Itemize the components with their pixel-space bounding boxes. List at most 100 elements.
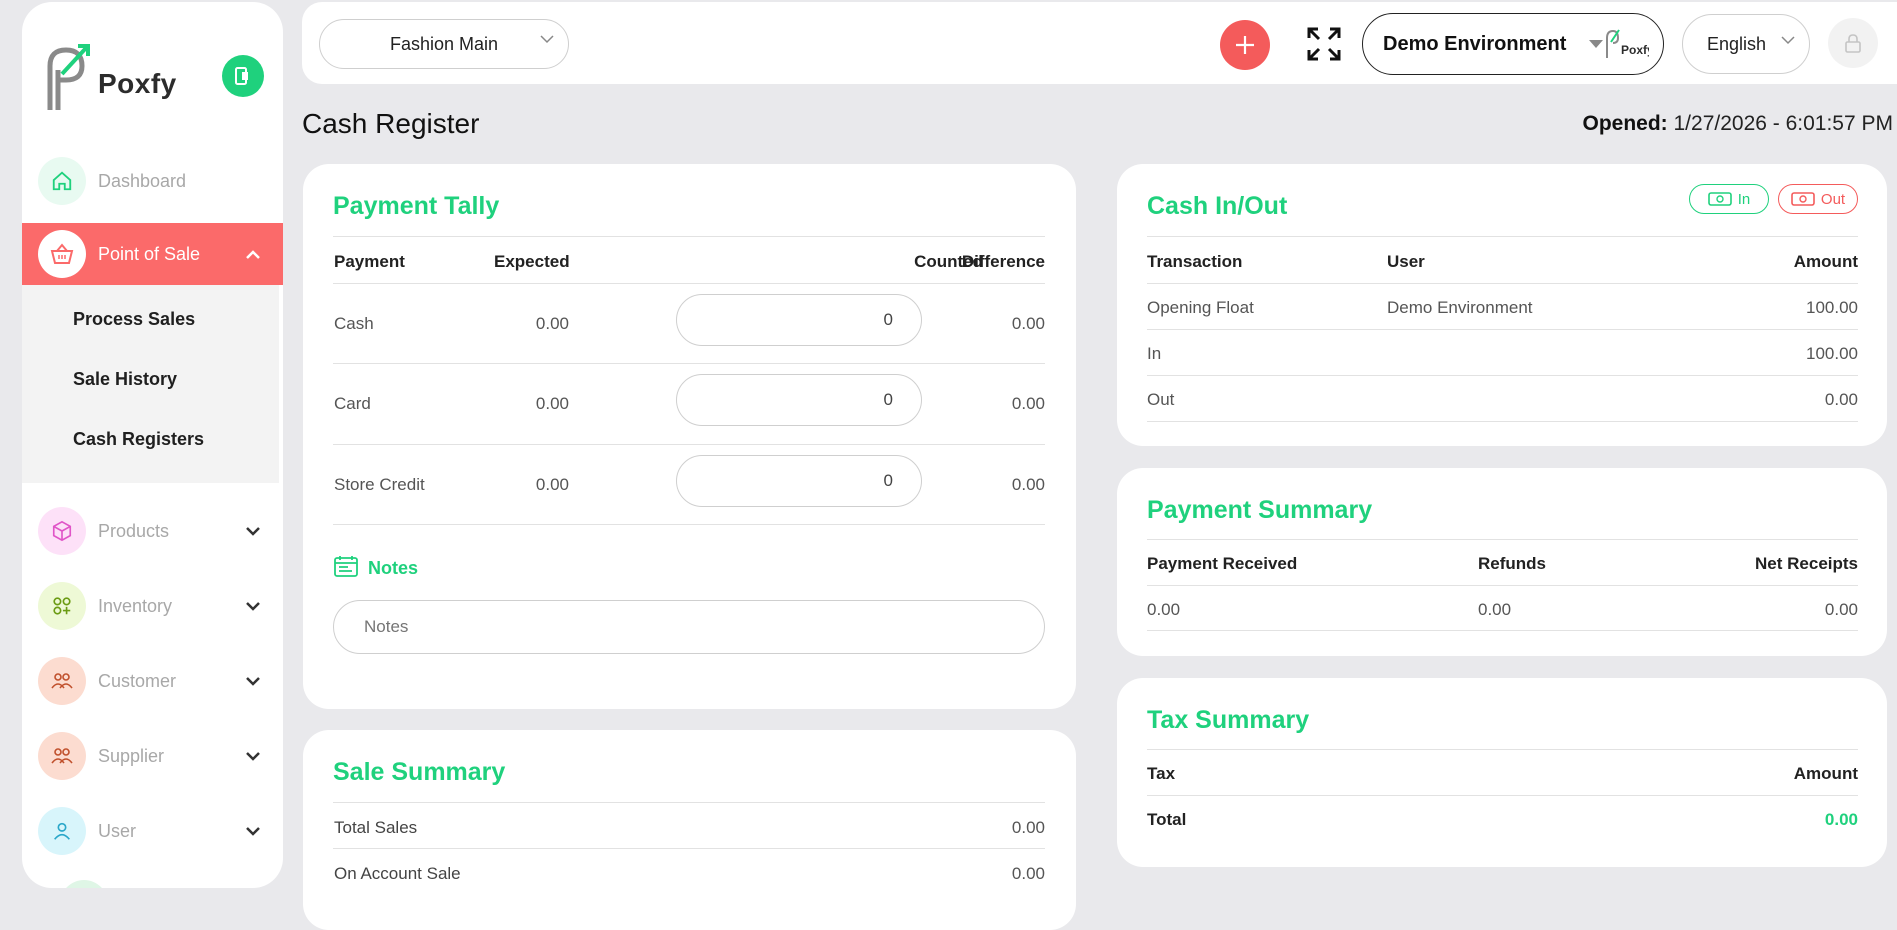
chevron-down-icon [540,35,554,44]
cash-inout-card: Cash In/Out In Out Transaction User Amou… [1117,164,1887,446]
counted-input[interactable]: 0 [676,455,922,507]
store-select-value: Fashion Main [389,33,499,54]
divider [1147,539,1858,540]
divider [333,444,1045,445]
notes-icon [334,556,358,577]
tax-total-label: Total [1147,810,1187,829]
lock-button[interactable] [1828,18,1878,68]
brand-name: Poxfy [98,68,177,99]
environment-select[interactable]: Demo Environment Poxfy [1362,13,1664,75]
net-receipts-value: 0.00 [1824,600,1858,619]
sidebar-item-label: Inventory [98,595,173,616]
expand-icon [1307,27,1341,61]
payment-summary-title: Payment Summary [1147,496,1373,524]
home-icon [38,157,86,205]
sidebar-item-user[interactable]: User [22,800,283,862]
sidebar-item-products[interactable]: Products [22,500,283,562]
environment-logo-icon: Poxfy [1606,29,1649,58]
divider [1147,329,1858,330]
opened-timestamp: Opened: 1/27/2026 - 6:01:57 PM [1582,112,1893,136]
sale-summary-card: Sale Summary Total Sales 0.00 On Account… [303,730,1076,930]
counted-input[interactable]: 0 [676,294,922,346]
cash-in-label: In [1737,190,1751,208]
chevron-down-icon [241,519,265,543]
tally-difference: 0.00 [1011,475,1045,494]
transaction-type: Out [1147,390,1175,409]
cash-icon [1707,192,1732,206]
transaction-type: Opening Float [1147,298,1254,317]
tally-payment: Cash [334,314,374,333]
col-transaction: Transaction [1147,252,1243,271]
cash-icon [1791,192,1815,206]
chevron-down-icon [1781,36,1795,45]
transaction-amount: 100.00 [1806,344,1858,363]
box-icon [38,507,86,555]
tally-difference: 0.00 [1011,394,1045,413]
divider [333,802,1045,803]
sidebar-item-inventory[interactable]: Inventory [22,575,283,637]
col-user: User [1387,252,1425,271]
chevron-down-icon [241,594,265,618]
refunds-value: 0.00 [1478,600,1512,619]
sidebar-item-supplier[interactable]: Supplier [22,725,283,787]
transaction-amount: 0.00 [1824,390,1858,409]
sale-summary-label: Total Sales [334,818,418,837]
sidebar-item-label: Point of Sale [98,243,201,264]
counted-input[interactable]: 0 [676,374,922,426]
col-difference: Difference [961,252,1045,271]
logout-button[interactable] [222,55,264,97]
col-tax-amount: Amount [1793,764,1858,783]
tally-expected: 0.00 [535,394,569,413]
language-select[interactable]: English [1682,14,1810,74]
add-button[interactable] [1220,20,1270,70]
store-select[interactable]: Fashion Main [319,19,569,69]
pos-submenu: Process Sales Sale History Cash Register… [22,285,279,483]
sidebar-item-point-of-sale[interactable]: Point of Sale [22,223,283,285]
page-title: Cash Register [302,108,480,139]
chevron-up-icon [241,242,265,266]
divider [1147,749,1858,750]
tally-payment: Store Credit [334,475,425,494]
submenu-cash-registers[interactable]: Cash Registers [73,429,204,450]
submenu-sale-history[interactable]: Sale History [73,369,177,390]
sidebar-item-customer[interactable]: Customer [22,650,283,712]
sidebar-item-label: User [98,820,137,841]
col-payment: Payment [334,252,405,271]
divider [1147,283,1858,284]
sidebar: Poxfy Dashboard Point of Sale Process Sa… [22,2,283,888]
tax-summary-title: Tax Summary [1147,706,1310,734]
users-icon [38,732,86,780]
svg-text:Poxfy: Poxfy [1621,43,1649,57]
tally-expected: 0.00 [535,475,569,494]
language-select-value: English [1707,33,1767,54]
cash-inout-title: Cash In/Out [1147,192,1288,220]
basket-icon [38,230,86,278]
tally-payment: Card [334,394,371,413]
divider [333,283,1045,284]
user-icon [38,807,86,855]
payment-tally-title: Payment Tally [333,192,500,220]
tally-expected: 0.00 [535,314,569,333]
lock-icon [1845,34,1861,53]
environment-select-value: Demo Environment [1383,32,1567,55]
transaction-amount: 100.00 [1806,298,1858,317]
tally-difference: 0.00 [1011,314,1045,333]
chevron-down-icon [241,744,265,768]
col-net-receipts: Net Receipts [1755,554,1858,573]
divider [1147,421,1858,422]
sale-summary-title: Sale Summary [333,758,506,786]
submenu-process-sales[interactable]: Process Sales [73,309,195,330]
sidebar-item-label: Customer [98,670,177,691]
divider [333,236,1045,237]
cash-in-button[interactable]: In [1689,184,1769,214]
fullscreen-button[interactable] [1306,26,1342,62]
chevron-down-icon [241,819,265,843]
cash-out-button[interactable]: Out [1778,184,1858,214]
sale-summary-value: 0.00 [1011,864,1045,883]
logo-mark-icon [47,44,90,110]
notes-input[interactable] [333,600,1045,654]
col-expected: Expected [494,252,570,271]
sidebar-item-dashboard[interactable]: Dashboard [22,150,283,212]
sidebar-item-label: Dashboard [98,170,187,191]
sale-summary-value: 0.00 [1011,818,1045,837]
